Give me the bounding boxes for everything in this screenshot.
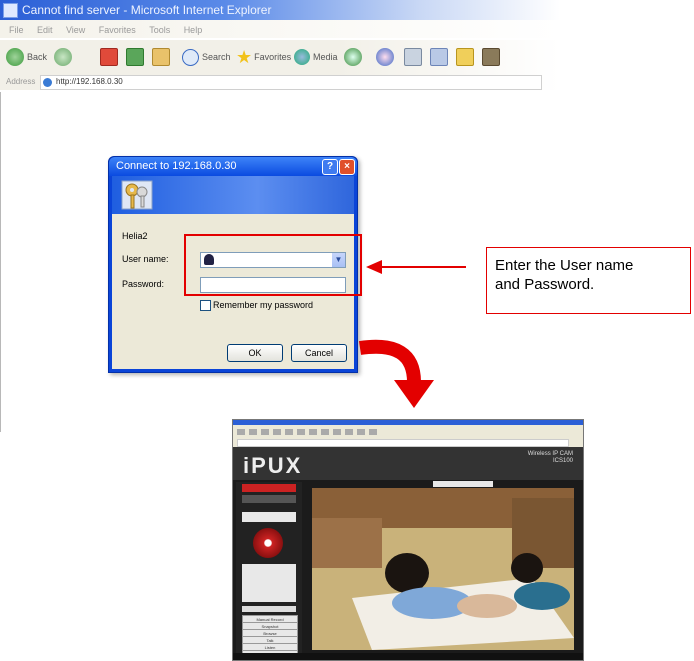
zoom-controls[interactable] bbox=[242, 606, 296, 612]
dialog-title: Connect to 192.168.0.30 bbox=[116, 160, 237, 172]
realm-message: Helia2 bbox=[122, 231, 148, 241]
model-line-2: ICS100 bbox=[552, 458, 573, 464]
address-url: http://192.168.0.30 bbox=[56, 77, 123, 86]
keys-icon bbox=[121, 180, 153, 210]
username-label: User name: bbox=[122, 254, 169, 264]
print-icon bbox=[404, 48, 422, 66]
camera-model: Wireless IP CAM ICS100 bbox=[528, 451, 573, 465]
refresh-button[interactable] bbox=[126, 47, 144, 67]
live-view-button[interactable] bbox=[242, 484, 296, 492]
print-button[interactable] bbox=[404, 47, 422, 67]
ok-button[interactable]: OK bbox=[227, 344, 283, 362]
menu-edit[interactable]: Edit bbox=[37, 25, 53, 35]
address-label: Address bbox=[6, 77, 36, 86]
close-button[interactable]: × bbox=[339, 159, 355, 175]
menu-favorites[interactable]: Favorites bbox=[99, 25, 136, 35]
remember-label: Remember my password bbox=[213, 300, 314, 310]
media-label: Media bbox=[313, 52, 338, 62]
address-input[interactable]: http://192.168.0.30 bbox=[40, 75, 542, 90]
ipux-logo: iPUX bbox=[243, 453, 303, 478]
media-icon bbox=[294, 49, 310, 65]
menu-help[interactable]: Help bbox=[184, 25, 203, 35]
pointer-arrow-icon bbox=[366, 260, 466, 274]
mail-button[interactable] bbox=[376, 47, 397, 67]
address-bar: Address http://192.168.0.30 bbox=[0, 74, 560, 90]
window-edge bbox=[0, 92, 1, 432]
instruction-callout: Enter the User name and Password. bbox=[486, 247, 691, 314]
ie-page-icon bbox=[43, 78, 52, 87]
favorites-button[interactable]: ★ Favorites bbox=[236, 47, 291, 67]
password-label: Password: bbox=[122, 279, 165, 289]
refresh-icon bbox=[126, 48, 144, 66]
dialog-title-bar: Connect to 192.168.0.30 ? × bbox=[109, 157, 357, 176]
mail-icon bbox=[376, 48, 394, 66]
camera-browser-title bbox=[233, 420, 583, 425]
favorites-label: Favorites bbox=[254, 52, 292, 62]
menu-bar: File Edit View Favorites Tools Help bbox=[0, 20, 560, 38]
dialog-banner bbox=[112, 176, 354, 214]
setup-button[interactable] bbox=[242, 495, 296, 503]
discuss-button[interactable] bbox=[456, 47, 474, 67]
folder-icon bbox=[456, 48, 474, 66]
messenger-button[interactable] bbox=[482, 47, 500, 67]
ptz-control-icon[interactable] bbox=[253, 528, 283, 558]
media-button[interactable]: Media bbox=[294, 47, 338, 67]
history-button[interactable] bbox=[344, 47, 365, 67]
search-icon bbox=[182, 48, 199, 66]
browser-window: Cannot find server - Microsoft Internet … bbox=[0, 0, 560, 92]
camera-web-screenshot: iPUX Wireless IP CAM ICS100 Manual Recor… bbox=[232, 419, 584, 661]
remember-checkbox[interactable] bbox=[200, 300, 211, 311]
video-image bbox=[312, 488, 574, 650]
menu-file[interactable]: File bbox=[9, 25, 24, 35]
search-label: Search bbox=[202, 52, 231, 62]
home-button[interactable] bbox=[152, 47, 170, 67]
forward-button[interactable] bbox=[54, 47, 75, 67]
back-label: Back bbox=[27, 52, 48, 62]
edit-button[interactable] bbox=[430, 47, 448, 67]
callout-text: Enter the User name and Password. bbox=[495, 256, 633, 294]
view-size-tabs[interactable] bbox=[433, 481, 493, 487]
history-icon bbox=[344, 48, 362, 66]
ie-page-icon bbox=[3, 3, 18, 18]
callout-line-1: Enter the User name bbox=[495, 257, 634, 274]
camera-footer bbox=[233, 653, 583, 660]
edit-icon bbox=[430, 48, 448, 66]
forward-arrow-icon bbox=[54, 48, 72, 66]
back-button[interactable]: Back bbox=[6, 47, 47, 67]
camera-browser-chrome bbox=[233, 420, 583, 447]
stop-icon bbox=[100, 48, 118, 66]
credentials-highlight bbox=[184, 234, 362, 296]
search-button[interactable]: Search bbox=[182, 47, 231, 67]
back-arrow-icon bbox=[6, 48, 24, 66]
live-video-feed bbox=[312, 488, 574, 650]
star-icon: ★ bbox=[236, 46, 253, 67]
model-line-1: Wireless IP CAM bbox=[527, 451, 573, 457]
callout-line-2: and Password. bbox=[495, 276, 595, 293]
title-bar: Cannot find server - Microsoft Internet … bbox=[0, 0, 560, 20]
camera-toolbar bbox=[237, 429, 377, 435]
camera-header: iPUX Wireless IP CAM ICS100 bbox=[233, 447, 583, 480]
help-button[interactable]: ? bbox=[322, 159, 338, 175]
cancel-button[interactable]: Cancel bbox=[291, 344, 347, 362]
curved-arrow-icon bbox=[358, 339, 434, 408]
menu-view[interactable]: View bbox=[66, 25, 85, 35]
messenger-icon bbox=[482, 48, 500, 66]
camera-address-bar bbox=[237, 439, 569, 447]
stop-button[interactable] bbox=[100, 47, 118, 67]
home-icon bbox=[152, 48, 170, 66]
camera-sidebar: Manual Record Snapshot Browse Talk Liste… bbox=[236, 482, 302, 659]
window-title: Cannot find server - Microsoft Internet … bbox=[22, 3, 272, 17]
toolbar: Back Search ★ Favorites Media bbox=[0, 40, 560, 74]
compression-selector[interactable] bbox=[242, 512, 296, 522]
preset-grid[interactable] bbox=[242, 564, 296, 602]
menu-tools[interactable]: Tools bbox=[149, 25, 170, 35]
